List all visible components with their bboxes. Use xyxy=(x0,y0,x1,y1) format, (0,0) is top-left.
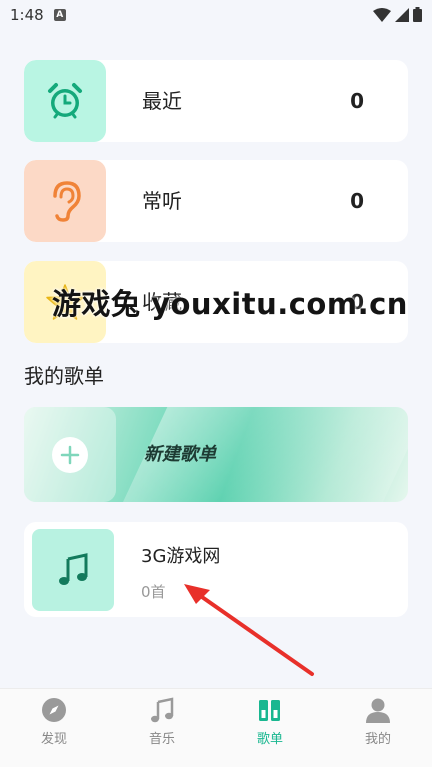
compass-icon xyxy=(40,696,68,724)
battery-icon xyxy=(413,7,422,22)
watermark: 游戏兔 youxitu.com.cn xyxy=(52,287,408,321)
alarm-clock-icon xyxy=(48,83,82,119)
status-bar: 1:48 A xyxy=(0,0,432,30)
nav-label: 我的 xyxy=(364,732,391,747)
nav-profile[interactable]: 我的 xyxy=(324,689,432,767)
notification-icon: A xyxy=(53,9,66,21)
nav-music[interactable]: 音乐 xyxy=(108,689,216,767)
annotation-arrow xyxy=(184,584,314,676)
nav-playlist[interactable]: 歌单 xyxy=(216,689,324,767)
new-playlist-label: 新建歌单 xyxy=(144,444,216,465)
signal-icon xyxy=(395,7,409,22)
nav-discover[interactable]: 发现 xyxy=(0,689,108,767)
plus-tile xyxy=(24,407,116,502)
playlist-name: 3G游戏网 xyxy=(141,546,221,567)
nav-label: 发现 xyxy=(40,732,67,747)
library-count: 0 xyxy=(350,189,364,213)
music-note-icon xyxy=(148,696,176,724)
new-playlist-button[interactable]: 新建歌单 xyxy=(24,407,408,502)
nav-label: 歌单 xyxy=(256,732,283,747)
plus-icon xyxy=(52,436,88,473)
nav-label: 音乐 xyxy=(148,732,175,747)
person-icon xyxy=(364,696,392,724)
section-title: 我的歌单 xyxy=(24,364,104,388)
library-row-frequent[interactable]: 常听 0 xyxy=(24,160,408,242)
playlist-count: 0首 xyxy=(141,583,166,601)
status-icons xyxy=(373,7,422,22)
ear-icon xyxy=(53,181,81,222)
frequent-tile xyxy=(24,160,106,242)
library-label: 最近 xyxy=(142,89,182,113)
recent-tile xyxy=(24,60,106,142)
library-row-recent[interactable]: 最近 0 xyxy=(24,60,408,142)
wifi-icon xyxy=(373,7,391,22)
music-note-icon xyxy=(59,553,88,585)
playlist-cover xyxy=(32,529,114,611)
library-count: 0 xyxy=(350,89,364,113)
status-time: 1:48 xyxy=(10,6,44,24)
playlist-icon xyxy=(256,696,284,724)
bottom-nav: 发现 音乐 歌单 我的 xyxy=(0,688,432,767)
library-label: 常听 xyxy=(142,189,182,213)
